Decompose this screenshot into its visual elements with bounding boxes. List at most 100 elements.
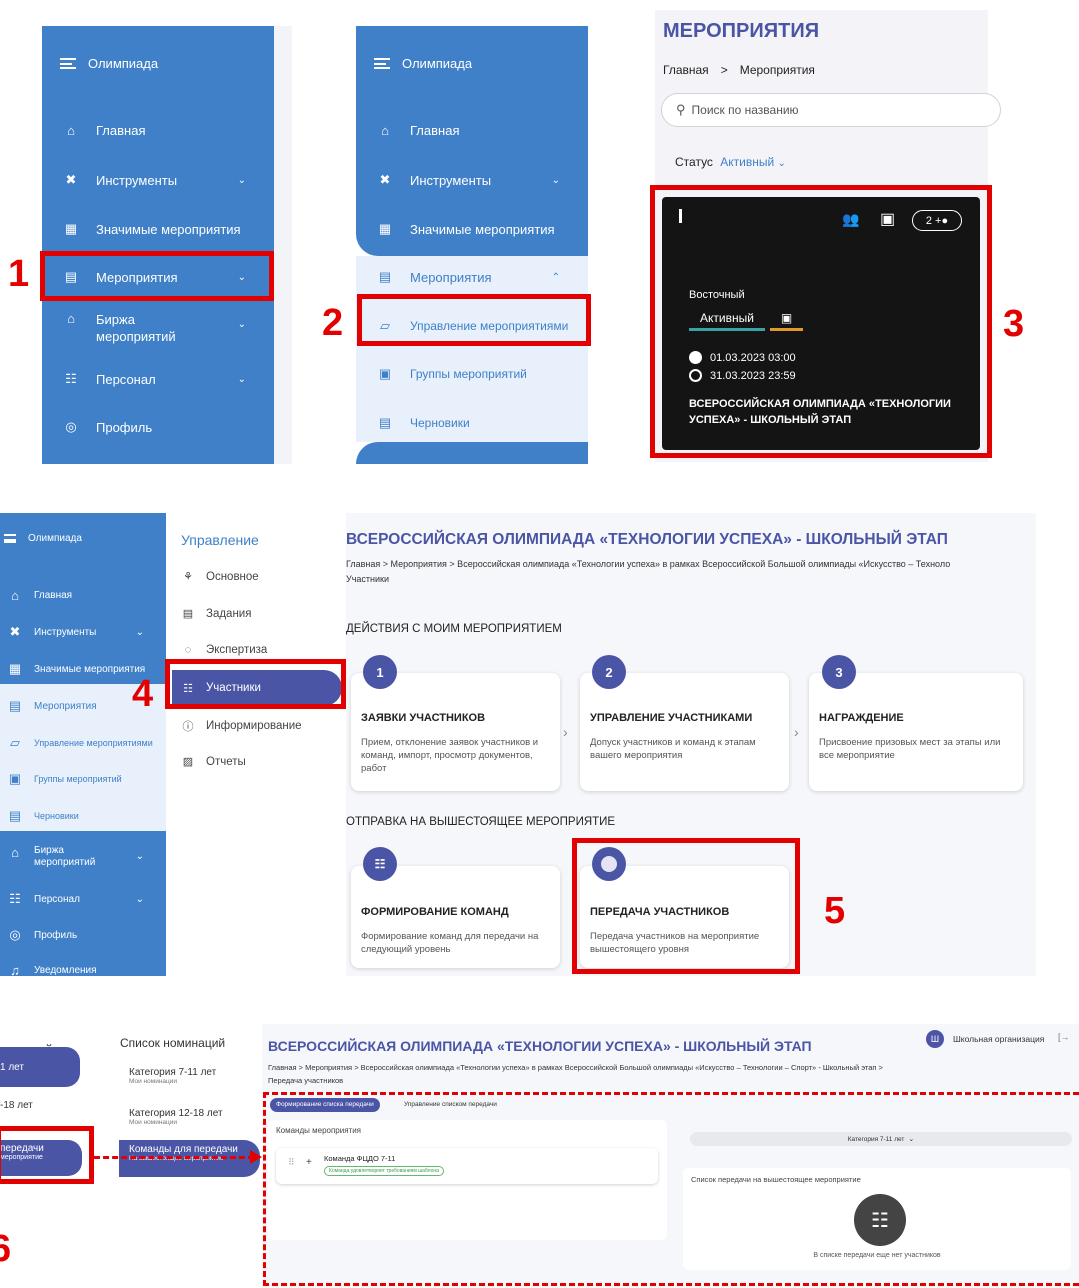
nomination-list: Список номинаций Категория 7-11 лет Мои … [109, 1020, 260, 1288]
people-icon: ☷ [65, 371, 77, 386]
nomination-item[interactable]: Категория 12-18 лет Мои номинации [129, 1108, 223, 1126]
sidebar-item-staff[interactable]: ☷ Персонал ⌄ [0, 891, 166, 907]
management-title: Управление [181, 532, 259, 548]
sidebar-item-significant[interactable]: ▦ Значимые мероприятия [356, 221, 588, 237]
dashed-arrow-line [94, 1156, 254, 1159]
sidebar-title: Олимпиада [88, 56, 159, 71]
highlight-box-6 [0, 1126, 94, 1184]
home-icon: ⌂ [11, 588, 19, 603]
team-forming-icon: ☷ [363, 847, 397, 881]
sidebar-item-manage-events[interactable]: ▱ Управление мероприятиями [0, 735, 166, 751]
manage-icon: ▱ [10, 735, 20, 750]
card-team-forming[interactable]: ФОРМИРОВАНИЕ КОМАНД Формирование команд … [351, 866, 560, 968]
chevron-down-icon: ⌄ [135, 626, 144, 638]
profile-icon: ◎ [65, 419, 77, 434]
sidebar-item-tools[interactable]: ✖ Инструменты ⌄ [42, 172, 274, 188]
menu-icon[interactable] [374, 58, 390, 69]
status-filter[interactable]: Статус Активный ⌄ [675, 155, 786, 169]
significant-events-icon: ▦ [8, 661, 22, 676]
menu-icon[interactable] [60, 58, 76, 69]
sidebar-header[interactable]: Олимпиада [374, 56, 472, 71]
highlight-box-1 [40, 251, 274, 301]
section-transfer: ОТПРАВКА НА ВЫШЕСТОЯЩЕЕ МЕРОПРИЯТИЕ [346, 816, 616, 828]
sidebar-item-home[interactable]: ⌂ Главная [0, 588, 166, 603]
sidebar-item-notifications[interactable]: ♫ Уведомления [0, 963, 166, 978]
participants-page-title: ВСЕРОССИЙСКАЯ ОЛИМПИАДА «ТЕХНОЛОГИИ УСПЕ… [346, 531, 948, 548]
search-input[interactable]: ⚲ Поиск по названию [661, 93, 1001, 127]
menu-item-tasks[interactable]: ▤ Задания [180, 607, 252, 621]
sidebar-item-exchange[interactable]: ⌂ Биржа мероприятий ⌄ [42, 311, 274, 345]
menu-item-expertise[interactable]: ◌ Экспертиза [180, 644, 268, 656]
breadcrumb-current: Мероприятия [739, 63, 815, 77]
breadcrumb-home[interactable]: Главная [663, 63, 709, 77]
sidebar-item-drafts[interactable]: ▤ Черновики [356, 415, 588, 431]
card-awarding[interactable]: НАГРАЖДЕНИЕ Присвоение призовых мест за … [809, 673, 1023, 791]
sidebar-item-exchange[interactable]: ⌂ Биржа мероприятий ⌄ [0, 845, 166, 869]
section-my-event-actions: ДЕЙСТВИЯ С МОИМ МЕРОПРИЯТИЕМ [346, 623, 562, 635]
sidebar-title: Олимпиада [402, 56, 473, 71]
menu-item-main[interactable]: ⚘ Основное [180, 570, 259, 584]
tools-icon: ✖ [9, 624, 21, 639]
transfer-breadcrumb-current: Передача участников [268, 1076, 344, 1085]
calendar-icon: ▤ [8, 698, 22, 713]
card-manage-participants[interactable]: УПРАВЛЕНИЕ УЧАСТНИКАМИ Допуск участников… [580, 673, 789, 791]
sidebar-item-home[interactable]: ⌂ Главная [356, 123, 588, 138]
sidebar-item-event-groups[interactable]: ▣ Группы мероприятий [0, 771, 166, 787]
sidebar-item-staff[interactable]: ☷ Персонал ⌄ [42, 371, 274, 387]
partial-item-1[interactable]: 1 лет [0, 1047, 80, 1087]
logout-icon[interactable]: [→ [1058, 1032, 1070, 1042]
dashed-highlight-area [263, 1092, 1079, 1286]
step-number-6: 6 [0, 1228, 12, 1270]
partial-item-2[interactable]: -18 лет [0, 1100, 33, 1111]
sidebar-item-events[interactable]: ▤ Мероприятия ⌃ [356, 269, 588, 285]
status-value[interactable]: Активный [720, 155, 774, 169]
page-title: МЕРОПРИЯТИЯ [663, 20, 820, 42]
org-badge[interactable]: Ш [926, 1030, 944, 1048]
highlight-box-4 [165, 659, 346, 709]
step-number-5: 5 [824, 890, 846, 932]
arrow-head-icon [250, 1150, 262, 1164]
nomination-item[interactable]: Категория 7-11 лет Мои номинации [129, 1067, 216, 1085]
sidebar-item-significant[interactable]: ▦ Значимые мероприятия [42, 221, 274, 237]
sidebar-item-tools[interactable]: ✖ Инструменты ⌄ [356, 172, 588, 188]
org-name[interactable]: Школьная организация [953, 1034, 1044, 1044]
card-applications[interactable]: ЗАЯВКИ УЧАСТНИКОВ Прием, отклонение заяв… [351, 673, 560, 791]
chevron-down-icon: ⌄ [551, 174, 560, 186]
sidebar-header[interactable]: Олимпиада [4, 533, 82, 544]
management-menu: Управление ⚘ Основное ▤ Задания ◌ Экспертиз… [172, 520, 342, 780]
panel2-content: Олимпиада ⌂ Главная ✖ Инструменты ⌄ ▦ Значим… [356, 26, 588, 464]
menu-icon[interactable] [4, 534, 16, 543]
highlight-box-2 [357, 294, 591, 346]
home-icon: ⌂ [381, 123, 389, 138]
nomination-list-title: Список номинаций [120, 1036, 226, 1050]
menu-item-reports[interactable]: ▨ Отчеты [180, 755, 246, 769]
chevron-down-icon: ⌄ [237, 319, 246, 330]
significant-events-icon: ▦ [64, 221, 78, 236]
sidebar-item-home[interactable]: ⌂ Главная [42, 123, 274, 138]
participants-breadcrumb: Главная > Мероприятия > Всероссийская ол… [346, 559, 951, 569]
info-icon: ⓘ [182, 721, 194, 733]
tasks-icon: ▤ [182, 608, 194, 620]
sidebar-item-tools[interactable]: ✖ Инструменты ⌄ [0, 624, 166, 640]
panel1-right-edge [274, 26, 292, 464]
step-circle-3: 3 [822, 655, 856, 689]
sidebar-item-profile[interactable]: ◎ Профиль [42, 419, 274, 435]
sidebar-header[interactable]: Олимпиада [60, 56, 158, 71]
step-number-3: 3 [1003, 303, 1025, 345]
tools-icon: ✖ [65, 172, 77, 187]
sidebar-item-drafts[interactable]: ▤ Черновики [0, 808, 166, 824]
groups-icon: ▣ [378, 366, 392, 381]
bell-icon: ♫ [10, 963, 20, 978]
chevron-down-icon: ⌄ [135, 851, 144, 862]
step-circle-1: 1 [363, 655, 397, 689]
sidebar-item-profile[interactable]: ◎ Профиль [0, 927, 166, 943]
drafts-icon: ▤ [8, 808, 22, 823]
menu-item-informing[interactable]: ⓘ Информирование [180, 718, 302, 734]
highlight-box-5 [572, 838, 800, 974]
chevron-down-icon: ⌄ [135, 893, 144, 905]
step-number-1: 1 [8, 253, 30, 295]
participants-breadcrumb-current: Участники [346, 574, 389, 584]
sidebar-item-event-groups[interactable]: ▣ Группы мероприятий [356, 366, 588, 382]
profile-icon: ◎ [9, 927, 21, 942]
people-icon: ☷ [9, 891, 21, 906]
